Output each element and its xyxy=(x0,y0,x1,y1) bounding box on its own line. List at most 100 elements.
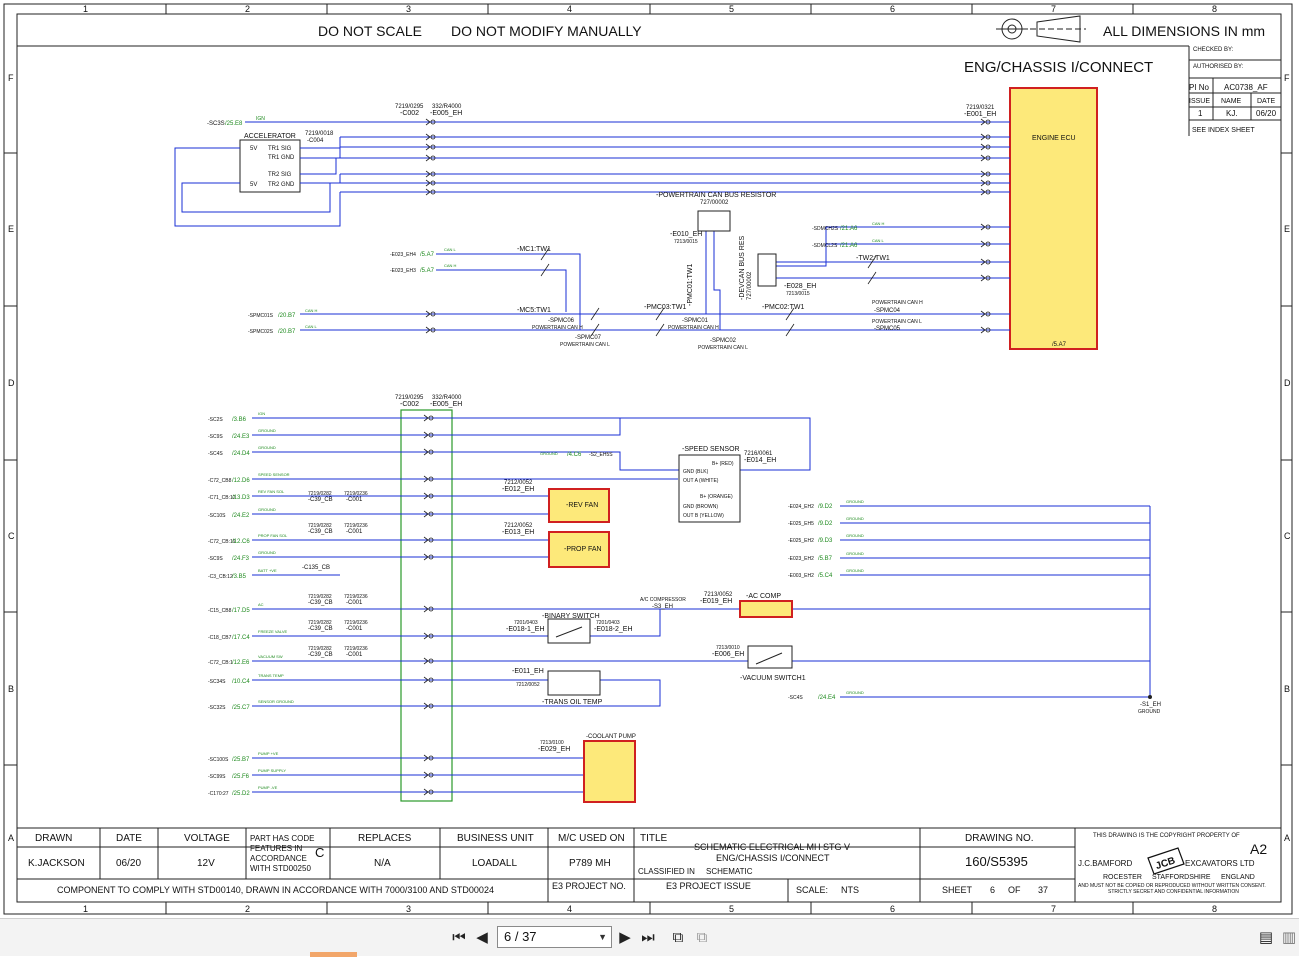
grid-row-left: E xyxy=(8,224,14,234)
chevron-down-icon: ▼ xyxy=(598,932,607,942)
grid-col-top: 4 xyxy=(567,4,572,14)
signal-loc: /25.C7 xyxy=(232,705,250,711)
next-page-icon[interactable]: ▶ xyxy=(615,927,635,947)
signal-loc: /3.B5 xyxy=(232,574,247,580)
svg-text:-REV FAN: -REV FAN xyxy=(566,502,598,509)
checked-by-label: CHECKED BY: xyxy=(1193,47,1234,53)
engine-ecu-loc: /5.A7 xyxy=(1052,342,1067,348)
first-page-icon[interactable]: ⏮ xyxy=(449,927,469,947)
continuous-view-icon[interactable]: ▥ xyxy=(1279,927,1299,947)
ground-ref: -E025_EH5 xyxy=(788,521,814,527)
ground-ref: -E023_EH2 xyxy=(788,556,814,562)
signal-ref: -C3_CB:12 xyxy=(208,574,233,580)
signal-desc: GROUND xyxy=(540,451,558,456)
title-line-2: ENG/CHASSIS I/CONNECT xyxy=(716,853,830,863)
signal-loc: /24.E3 xyxy=(232,434,250,440)
signal-ref: -SC2S xyxy=(208,417,223,423)
signal-ref: -SC4S xyxy=(208,451,223,457)
svg-text:727/00002: 727/00002 xyxy=(747,271,753,300)
ground-loc: /5.B7 xyxy=(818,556,833,562)
svg-text:TR2 SIG: TR2 SIG xyxy=(268,172,292,178)
ground-ref: -E024_EH2 xyxy=(788,504,814,510)
single-page-view-icon[interactable]: ▤ xyxy=(1256,927,1276,947)
svg-text:-TRANS OIL TEMP: -TRANS OIL TEMP xyxy=(542,699,603,706)
drawing-no-label: DRAWING NO. xyxy=(965,833,1034,844)
grid-col-bottom: 2 xyxy=(245,904,250,914)
svg-text:-E029_EH: -E029_EH xyxy=(538,746,570,753)
last-page-icon[interactable]: ⏭ xyxy=(638,927,658,947)
svg-text:-SPMC01: -SPMC01 xyxy=(682,318,709,324)
page-display: 6 / 37 xyxy=(504,929,537,944)
date-label: DATE xyxy=(1257,98,1275,105)
authorised-by-label: AUTHORISED BY: xyxy=(1193,64,1244,70)
previous-page-icon[interactable]: ◀ xyxy=(472,927,492,947)
ground-desc: GROUND xyxy=(846,533,864,538)
signal-loc: /5.A7 xyxy=(420,252,435,258)
rotate-view-icon[interactable]: ⧉ xyxy=(668,927,688,947)
grid-col-top: 3 xyxy=(406,4,411,14)
svg-text:-SPEED SENSOR: -SPEED SENSOR xyxy=(682,446,740,453)
signal-desc: PROP FAN SOL xyxy=(258,533,288,538)
svg-text:GND (BROWN): GND (BROWN) xyxy=(683,504,718,510)
svg-text:-SPMC02: -SPMC02 xyxy=(710,338,737,344)
signal-loc: /21.A6 xyxy=(840,243,858,249)
pi-no-label: PI No xyxy=(1189,83,1210,92)
signal-desc: GROUND xyxy=(258,507,276,512)
signal-ref: -SC10S xyxy=(208,513,226,519)
grid-col-top: 6 xyxy=(890,4,895,14)
signal-desc: PUMP +VE xyxy=(258,751,279,756)
grid-row-left: F xyxy=(8,73,14,83)
svg-text:-COOLANT PUMP: -COOLANT PUMP xyxy=(586,734,636,740)
svg-text:-PMC03:TW1: -PMC03:TW1 xyxy=(644,304,687,311)
svg-text:STRICTLY SECRET AND CONFIDENTI: STRICTLY SECRET AND CONFIDENTIAL INFORMA… xyxy=(1108,889,1239,895)
signal-loc: /24.E2 xyxy=(232,513,250,519)
svg-text:7212/0052: 7212/0052 xyxy=(516,682,540,688)
signal-ref: -C72_CB8 xyxy=(208,478,232,484)
signal-loc: /25.F6 xyxy=(232,774,250,780)
signal-loc: /3.B6 xyxy=(232,417,247,423)
svg-text:POWERTRAIN CAN H: POWERTRAIN CAN H xyxy=(532,325,583,331)
svg-text:-SPMC04: -SPMC04 xyxy=(874,308,901,314)
sheet-value: 6 xyxy=(990,885,995,895)
grid-row-right: E xyxy=(1284,224,1290,234)
issue-value: 1 xyxy=(1198,109,1203,118)
signal-loc: /25.D2 xyxy=(232,791,250,797)
accelerator-label: ACCELERATOR xyxy=(244,133,296,140)
schematic-sheet: 1 1 2 2 3 3 4 4 5 5 6 6 7 7 8 8 F F E E D D C C B B A A DO NOT SCA… xyxy=(0,0,1299,918)
signal-ref: -E023_EH3 xyxy=(390,268,416,274)
signal-desc: REV FAN SOL xyxy=(258,489,285,494)
svg-text:-BINARY SWITCH: -BINARY SWITCH xyxy=(542,613,600,620)
pi-no-value: AC0738_AF xyxy=(1224,83,1268,92)
svg-text:-C002: -C002 xyxy=(400,401,419,408)
svg-text:OUT B (YELLOW): OUT B (YELLOW) xyxy=(683,513,724,519)
grid-col-bottom: 1 xyxy=(83,904,88,914)
grid-row-left: B xyxy=(8,684,14,694)
ground-ref: -E003_EH2 xyxy=(788,573,814,579)
business-unit-value: LOADALL xyxy=(472,858,517,869)
signal-desc: IGN xyxy=(256,116,265,122)
svg-text:ACCORDANCE: ACCORDANCE xyxy=(250,854,307,863)
signal-loc: /5.A7 xyxy=(420,268,435,274)
issue-label: ISSUE xyxy=(1189,98,1210,105)
svg-text:5V: 5V xyxy=(250,146,257,152)
grid-col-top: 1 xyxy=(83,4,88,14)
fit-page-icon[interactable]: ⧉ xyxy=(692,927,712,947)
svg-text:GND (BLK): GND (BLK) xyxy=(683,469,709,475)
page-select[interactable]: 6 / 37 ▼ xyxy=(497,926,612,948)
ground-loc: /9.D2 xyxy=(818,521,833,527)
dimensions-note: ALL DIMENSIONS IN mm xyxy=(1103,23,1265,39)
engine-ecu-conn: -E001_EH xyxy=(964,111,996,118)
svg-text:TR2 GND: TR2 GND xyxy=(268,182,295,188)
signal-desc: CAN H xyxy=(444,263,457,268)
classified-label: CLASSIFIED IN xyxy=(638,867,695,876)
grid-row-right: F xyxy=(1284,73,1290,83)
signal-loc: /25.E8 xyxy=(225,121,243,127)
grid-col-top: 7 xyxy=(1051,4,1056,14)
date-value: 06/20 xyxy=(1256,109,1277,118)
signal-desc: GROUND xyxy=(258,445,276,450)
signal-loc: /12.E6 xyxy=(232,660,250,666)
drawn-label: DRAWN xyxy=(35,833,72,844)
signal-ref: -SC3S xyxy=(207,121,225,127)
svg-text:A/C COMPRESSOR: A/C COMPRESSOR xyxy=(640,597,686,603)
grid-row-right: D xyxy=(1284,378,1291,388)
